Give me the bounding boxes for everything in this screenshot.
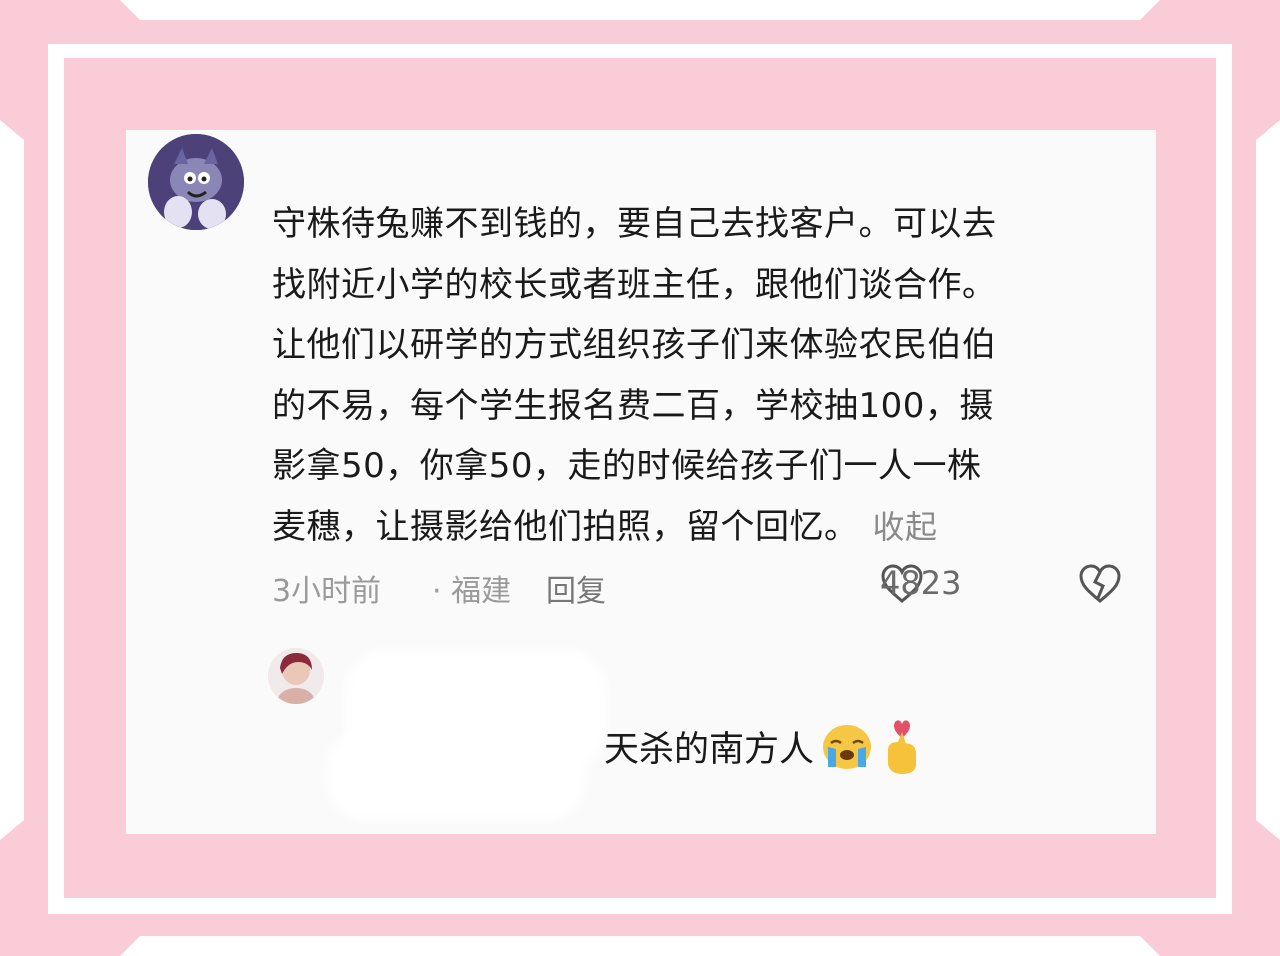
- comment-location: · 福建: [432, 574, 512, 609]
- comment-meta: 3小时前 · 福建 回复 4823: [272, 564, 1132, 612]
- replier-avatar[interactable]: [268, 648, 324, 704]
- comment-line: 的不易，每个学生报名费二百，学校抽100，摄: [272, 385, 994, 426]
- like-count: 4823: [880, 564, 962, 602]
- comment-line: 麦穗，让摄影给他们拍照，留个回忆。 收起: [272, 497, 1142, 558]
- finger-heart-emoji: [888, 720, 917, 774]
- comment-body: 守株待兔赚不到钱的，要自己去找客户。可以去 找附近小学的校长或者班主任，跟他们谈…: [272, 194, 1142, 557]
- like-button[interactable]: 4823: [880, 564, 961, 604]
- reply-button[interactable]: 回复: [546, 566, 606, 610]
- comment-line: 影拿50，你拿50，走的时候给孩子们一人一株: [272, 446, 982, 486]
- crying-face-emoji: [823, 725, 872, 769]
- reply-text: 天杀的南方人: [604, 729, 815, 770]
- reply-content: 天杀的南方人: [604, 716, 924, 776]
- redacted-username: [326, 730, 586, 820]
- dislike-button[interactable]: [1078, 564, 1122, 612]
- comment-line-text: 麦穗，让摄影给他们拍照，留个回忆。: [272, 506, 859, 547]
- comment-line: 找附近小学的校长或者班主任，跟他们谈合作。: [272, 264, 997, 305]
- comment-line: 让他们以研学的方式组织孩子们来体验农民伯伯: [272, 325, 997, 365]
- comment-line: 守株待兔赚不到钱的，要自己去找客户。可以去: [272, 204, 997, 244]
- broken-heart-icon: [1079, 564, 1121, 603]
- comment-time: 3小时前: [272, 574, 382, 609]
- comment-card: 守株待兔赚不到钱的，要自己去找客户。可以去 找附近小学的校长或者班主任，跟他们谈…: [126, 130, 1156, 834]
- commenter-avatar[interactable]: [148, 134, 244, 230]
- collapse-link[interactable]: 收起: [873, 508, 938, 546]
